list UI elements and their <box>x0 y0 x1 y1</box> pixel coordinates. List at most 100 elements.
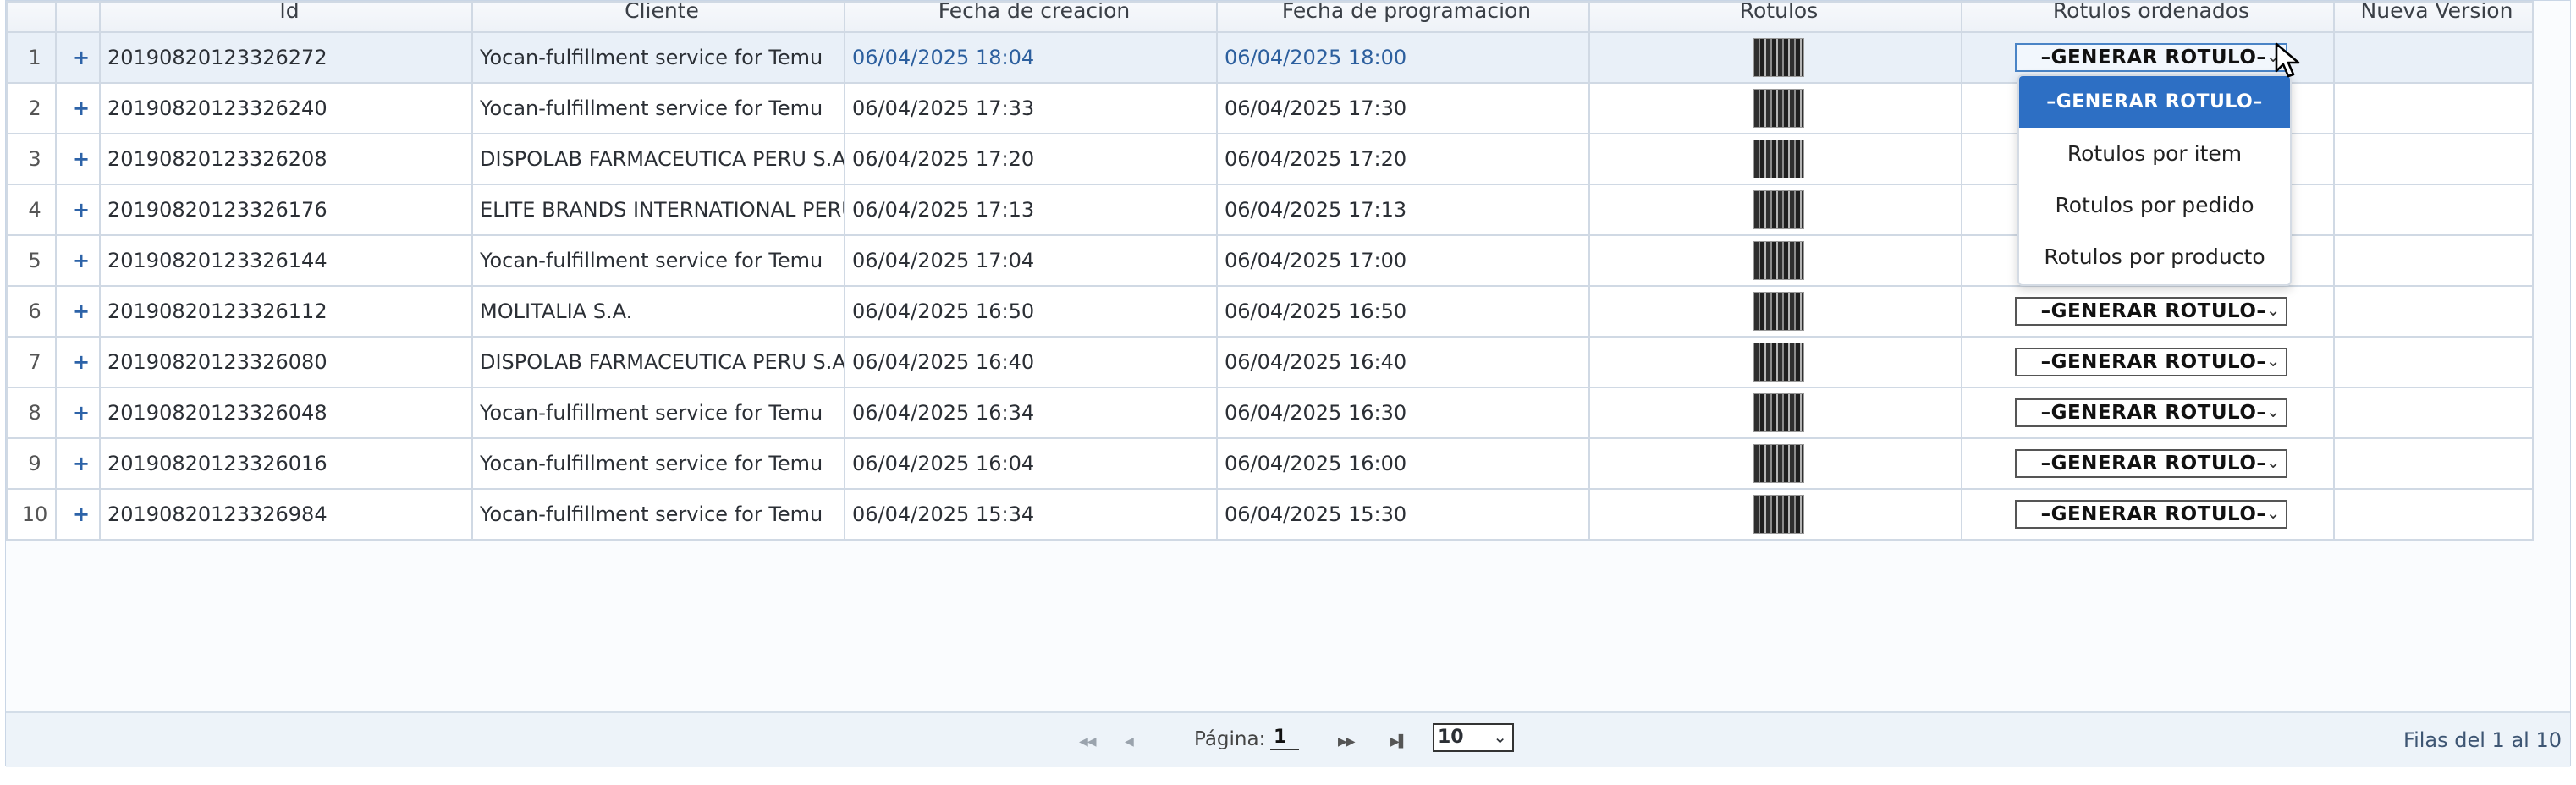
next-page-icon[interactable]: ▶▶ <box>1338 735 1356 749</box>
col-header-fecha-programacion[interactable]: Fecha de programacion <box>1216 1 1590 33</box>
cell-cliente: DISPOLAB FARMACEUTICA PERU S.A. <box>471 133 845 185</box>
barcode-icon[interactable] <box>1753 444 1804 483</box>
chevron-down-icon: ⌄ <box>2265 502 2281 523</box>
cell-nueva-version <box>2333 437 2534 490</box>
dropdown-option-generar[interactable]: –GENERAR ROTULO– <box>2019 76 2290 128</box>
col-header-cliente[interactable]: Cliente <box>471 1 845 33</box>
cell-id: 20190820123326272 <box>99 31 473 84</box>
generar-rotulo-select[interactable]: –GENERAR ROTULO– ⌄ <box>2015 500 2287 529</box>
chevron-down-icon: ⌄ <box>2265 401 2281 421</box>
row-number: 3 <box>6 133 57 185</box>
generar-rotulo-select[interactable]: –GENERAR ROTULO– ⌄ <box>2015 297 2287 326</box>
barcode-icon[interactable] <box>1753 89 1804 128</box>
table-row[interactable]: 9 +20190820123326016 Yocan-fulfillment ser… <box>6 437 2534 490</box>
row-number: 8 <box>6 387 57 439</box>
pager-bar: ◀◀ ◀ Página: ▶▶ ▶▌ 10 ⌄ Filas del 1 al 1… <box>6 711 2570 767</box>
cell-rotulos-ordenados: –GENERAR ROTULO– ⌄ <box>1961 437 2335 490</box>
row-number: 10 <box>6 488 57 541</box>
header-row: Id Cliente Fecha de creacion Fecha de pr… <box>6 1 2534 33</box>
col-header-nueva-version[interactable]: Nueva Version <box>2333 1 2534 33</box>
cell-fecha-creacion: 06/04/2025 16:50 <box>844 285 1218 338</box>
cell-fecha-creacion: 06/04/2025 17:04 <box>844 234 1218 287</box>
cell-nueva-version <box>2333 285 2534 338</box>
expand-row-icon[interactable]: + <box>55 82 101 134</box>
select-value: –GENERAR ROTULO– <box>2040 503 2267 525</box>
row-number: 7 <box>6 336 57 388</box>
barcode-icon[interactable] <box>1753 241 1804 280</box>
expand-row-icon[interactable]: + <box>55 437 101 490</box>
cell-cliente: Yocan-fulfillment service for Temu <box>471 437 845 490</box>
cell-fecha-programacion: 06/04/2025 17:00 <box>1216 234 1590 287</box>
generar-rotulo-select[interactable]: –GENERAR ROTULO– ⌄ <box>2015 348 2287 376</box>
row-number: 5 <box>6 234 57 287</box>
cell-cliente: Yocan-fulfillment service for Temu <box>471 387 845 439</box>
chevron-down-icon: ⌄ <box>2265 350 2281 371</box>
barcode-icon[interactable] <box>1753 38 1804 77</box>
cell-rotulos <box>1588 31 1962 84</box>
cell-fecha-creacion: 06/04/2025 18:04 <box>844 31 1218 84</box>
barcode-icon[interactable] <box>1753 190 1804 229</box>
cell-cliente: MOLITALIA S.A. <box>471 285 845 338</box>
expand-row-icon[interactable]: + <box>55 285 101 338</box>
cell-rotulos <box>1588 133 1962 185</box>
prev-page-icon[interactable]: ◀ <box>1125 735 1134 749</box>
rows-info: Filas del 1 al 10 <box>2403 728 2562 752</box>
expand-row-icon[interactable]: + <box>55 133 101 185</box>
expand-row-icon[interactable]: + <box>55 387 101 439</box>
generar-rotulo-select[interactable]: –GENERAR ROTULO– ⌄ <box>2015 449 2287 478</box>
rotulo-options-dropdown: –GENERAR ROTULO– Rotulos por item Rotulo… <box>2017 74 2292 286</box>
col-header-fecha-creacion[interactable]: Fecha de creacion <box>844 1 1218 33</box>
select-value: –GENERAR ROTULO– <box>2040 351 2267 373</box>
barcode-icon[interactable] <box>1753 393 1804 432</box>
chevron-down-icon: ⌄ <box>2265 299 2281 320</box>
cell-fecha-creacion: 06/04/2025 16:34 <box>844 387 1218 439</box>
cell-nueva-version <box>2333 184 2534 236</box>
table-row[interactable]: 8 +20190820123326048 Yocan-fulfillment ser… <box>6 387 2534 439</box>
cell-nueva-version <box>2333 336 2534 388</box>
row-number: 1 <box>6 31 57 84</box>
expand-row-icon[interactable]: + <box>55 234 101 287</box>
barcode-icon[interactable] <box>1753 292 1804 331</box>
chevron-down-icon: ⌄ <box>1493 727 1507 747</box>
cell-fecha-creacion: 06/04/2025 17:20 <box>844 133 1218 185</box>
barcode-icon[interactable] <box>1753 343 1804 382</box>
dropdown-option-por-pedido[interactable]: Rotulos por pedido <box>2019 179 2290 231</box>
table-row[interactable]: 7 +20190820123326080 DISPOLAB FARMACEUTICA… <box>6 336 2534 388</box>
page-size-select[interactable]: 10 ⌄ <box>1433 723 1514 752</box>
cell-rotulos <box>1588 234 1962 287</box>
col-header-id[interactable]: Id <box>99 1 473 33</box>
col-header-rownum <box>6 1 57 33</box>
expand-row-icon[interactable]: + <box>55 184 101 236</box>
cell-cliente: Yocan-fulfillment service for Temu <box>471 234 845 287</box>
last-page-icon[interactable]: ▶▌ <box>1390 735 1408 749</box>
expand-row-icon[interactable]: + <box>55 488 101 541</box>
select-value: –GENERAR ROTULO– <box>2040 300 2267 322</box>
select-value: –GENERAR ROTULO– <box>2040 402 2267 424</box>
cell-id: 20190820123326112 <box>99 285 473 338</box>
first-page-icon[interactable]: ◀◀ <box>1079 735 1097 749</box>
cell-id: 20190820123326016 <box>99 437 473 490</box>
cell-rotulos <box>1588 437 1962 490</box>
generar-rotulo-select[interactable]: –GENERAR ROTULO– ⌄ <box>2015 43 2287 72</box>
generar-rotulo-select[interactable]: –GENERAR ROTULO– ⌄ <box>2015 398 2287 427</box>
barcode-icon[interactable] <box>1753 495 1804 534</box>
col-header-rotulos[interactable]: Rotulos <box>1588 1 1962 33</box>
dropdown-option-por-item[interactable]: Rotulos por item <box>2019 128 2290 179</box>
cell-fecha-programacion: 06/04/2025 16:30 <box>1216 387 1590 439</box>
table-row[interactable]: 6 +20190820123326112 MOLITALIA S.A. 06/04/2… <box>6 285 2534 338</box>
page-number-input[interactable] <box>1270 725 1299 750</box>
cell-rotulos <box>1588 387 1962 439</box>
dropdown-option-por-producto[interactable]: Rotulos por producto <box>2019 231 2290 283</box>
table-row[interactable]: 10 +20190820123326984 Yocan-fulfillment se… <box>6 488 2534 541</box>
cell-rotulos-ordenados: –GENERAR ROTULO– ⌄ <box>1961 387 2335 439</box>
expand-row-icon[interactable]: + <box>55 31 101 84</box>
cell-rotulos-ordenados: –GENERAR ROTULO– ⌄ <box>1961 285 2335 338</box>
row-number: 6 <box>6 285 57 338</box>
page-label: Página: <box>1194 728 1266 750</box>
cell-id: 20190820123326144 <box>99 234 473 287</box>
barcode-icon[interactable] <box>1753 140 1804 178</box>
expand-row-icon[interactable]: + <box>55 336 101 388</box>
cell-rotulos-ordenados: –GENERAR ROTULO– ⌄ <box>1961 488 2335 541</box>
col-header-rotulos-ordenados[interactable]: Rotulos ordenados <box>1961 1 2335 33</box>
cell-rotulos <box>1588 184 1962 236</box>
